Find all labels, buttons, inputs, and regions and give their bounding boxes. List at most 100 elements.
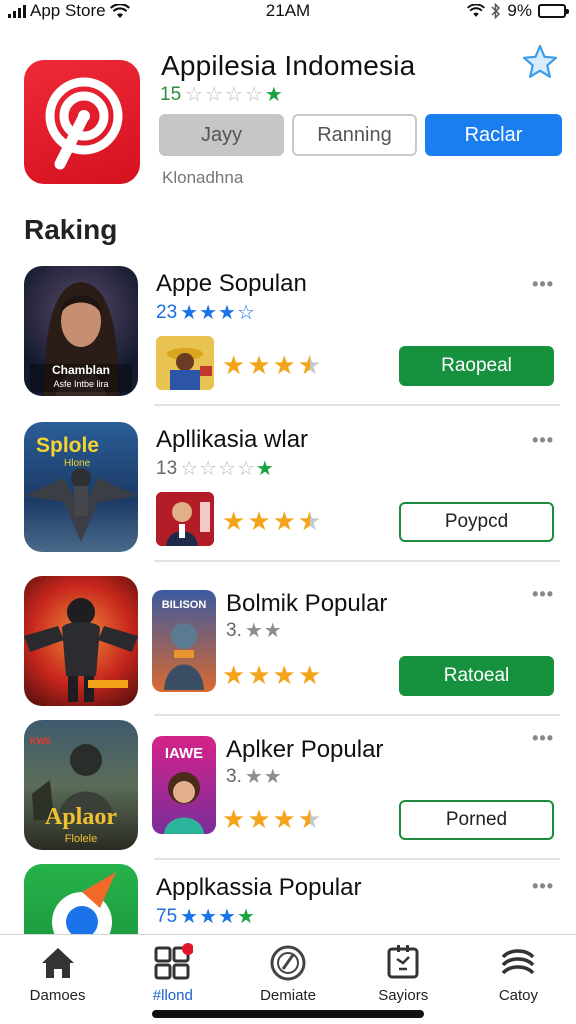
more-options-icon[interactable]: ••• [532, 274, 554, 295]
star-icon: ★ [244, 766, 263, 788]
star-icon: ☆ [205, 84, 224, 106]
star-icon: ★ [222, 660, 246, 690]
more-options-icon[interactable]: ••• [532, 584, 554, 605]
star-icon: ☆ [225, 84, 243, 106]
tab-catoy[interactable]: Catoy [461, 935, 576, 1024]
app-title[interactable]: Apllikasia wlar [156, 426, 308, 454]
star-half-icon: ★ [298, 508, 321, 534]
star-icon: ★ [263, 620, 282, 642]
list-item[interactable]: BILISON Bolmik Popular 3. ★ ★ ••• ★ ★ ★ … [24, 576, 560, 716]
icon-caption-secondary: Asfe Intbe lira [53, 379, 108, 389]
user-rating-stars: ★ ★ ★ ★ [222, 508, 321, 534]
rating-value: 23 [156, 302, 178, 323]
rating-value: 13 [156, 458, 178, 479]
app-icon[interactable]: Splole Hlone [24, 422, 138, 552]
user-rating-stars: ★ ★ ★ ★ [222, 806, 321, 832]
star-icon: ★ [247, 804, 271, 834]
tab-damoes[interactable]: Damoes [0, 935, 115, 1024]
list-item[interactable]: Chamblan Asfe Intbe lira Appe Sopulan 23… [24, 266, 560, 406]
schedule-icon [387, 945, 419, 979]
app-screenshot-thumbnail[interactable] [156, 492, 214, 546]
app-logo-icon[interactable] [24, 60, 140, 184]
porned-button[interactable]: Porned [399, 800, 554, 840]
jayy-button[interactable]: Jayy [159, 114, 284, 156]
list-item[interactable]: Applkassia Popular 75 ★ ★ ★ ★ ••• [24, 864, 560, 934]
list-item[interactable]: Splole Hlone Apllikasia wlar 13 ☆ ☆ ☆ ☆ … [24, 422, 560, 562]
star-icon: ★ [272, 506, 296, 536]
app-rating: 15 ☆ ☆ ☆ ☆ ★ [160, 84, 283, 106]
app-icon-secondary[interactable]: BILISON [152, 590, 216, 692]
star-icon: ★ [218, 302, 236, 324]
user-rating-stars: ★ ★ ★ ★ [222, 352, 321, 378]
rating-value: 75 [156, 906, 178, 927]
app-rating: 13 ☆ ☆ ☆ ☆ ★ [156, 458, 274, 480]
app-rating: 3. ★ ★ [226, 620, 282, 642]
app-title[interactable]: Applkassia Popular [156, 874, 361, 902]
poypcd-button[interactable]: Poypcd [399, 502, 554, 542]
app-title[interactable]: Aplker Popular [226, 736, 383, 764]
divider [154, 858, 560, 860]
back-to-app-store-link[interactable]: App Store [30, 1, 106, 21]
star-icon: ☆ [199, 458, 218, 480]
featured-app: Appilesia Indomesia 15 ☆ ☆ ☆ ☆ ★ Jayy Ra… [24, 44, 562, 194]
star-icon: ★ [272, 660, 296, 690]
divider [154, 714, 560, 716]
more-options-icon[interactable]: ••• [532, 430, 554, 451]
app-icon[interactable]: Chamblan Asfe Intbe lira [24, 266, 138, 396]
star-icon: ★ [255, 458, 274, 480]
star-icon: ★ [297, 660, 322, 690]
star-icon: ★ [222, 350, 246, 380]
icon-caption: Chamblan [52, 363, 110, 377]
star-icon: ★ [264, 84, 283, 106]
layers-icon [502, 949, 535, 975]
favorite-star-icon[interactable] [522, 44, 558, 80]
star-icon: ★ [247, 506, 271, 536]
ratoeal-button[interactable]: Ratoeal [399, 656, 554, 696]
rating-value: 3. [226, 620, 242, 641]
status-bar: App Store 21AM 9% [0, 0, 576, 22]
home-indicator[interactable] [152, 1010, 424, 1018]
status-right: 9% [467, 1, 569, 21]
rating-value: 15 [160, 84, 182, 105]
star-icon: ★ [263, 766, 282, 788]
tab-label: Catoy [498, 987, 538, 1004]
raclar-button[interactable]: Raclar [425, 114, 562, 156]
battery-icon [538, 4, 569, 18]
icon-badge-text: KWE [30, 736, 51, 746]
app-icon[interactable] [24, 576, 138, 706]
app-rating: 23 ★ ★ ★ ☆ [156, 302, 255, 324]
divider [154, 560, 560, 562]
more-options-icon[interactable]: ••• [532, 728, 554, 749]
app-icon-secondary[interactable]: IAWE [152, 736, 216, 834]
star-icon: ★ [222, 804, 246, 834]
icon-caption: Aplaor [45, 804, 117, 830]
tab-label: Damoes [29, 987, 86, 1004]
app-title: Appilesia Indomesia [161, 50, 416, 81]
raopeal-button[interactable]: Raopeal [399, 346, 554, 386]
app-rating: 75 ★ ★ ★ ★ [156, 906, 255, 928]
wifi-icon [109, 3, 130, 18]
divider [154, 404, 560, 406]
app-title[interactable]: Appe Sopulan [156, 270, 307, 298]
app-subtitle: Klonadhna [162, 168, 244, 187]
app-icon[interactable] [24, 864, 138, 934]
tab-label: #llond [152, 987, 193, 1004]
icon-caption-secondary: Hlone [64, 458, 91, 469]
star-icon: ☆ [185, 84, 204, 106]
more-options-icon[interactable]: ••• [532, 876, 554, 897]
app-title[interactable]: Bolmik Popular [226, 590, 387, 618]
star-icon: ★ [180, 302, 199, 324]
ranning-button[interactable]: Ranning [292, 114, 417, 156]
tab-label: Demiate [260, 987, 316, 1004]
wifi-icon [467, 4, 486, 17]
star-icon: ☆ [180, 458, 199, 480]
star-icon: ☆ [236, 458, 255, 480]
list-item[interactable]: KWE Aplaor Flolele IAWE Aplker Popular 3… [24, 720, 560, 860]
user-rating-stars: ★ ★ ★ ★ [222, 662, 321, 688]
app-screenshot-thumbnail[interactable] [156, 336, 214, 390]
star-icon: ★ [236, 906, 255, 928]
status-left: App Store [8, 1, 130, 21]
thumb-caption: IAWE [165, 745, 203, 762]
app-icon[interactable]: KWE Aplaor Flolele [24, 720, 138, 850]
at-sign-icon [270, 945, 306, 981]
